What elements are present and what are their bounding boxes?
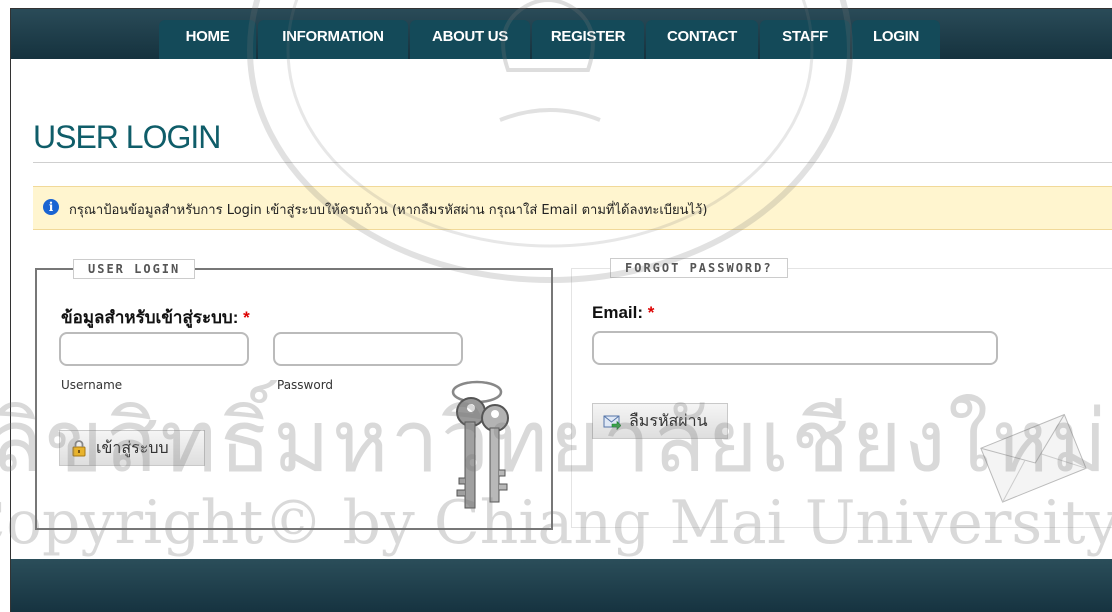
info-notice: i กรุณาป้อนข้อมูลสำหรับการ Login เข้าสู่…: [33, 186, 1112, 230]
username-input[interactable]: [59, 332, 249, 366]
info-icon: i: [43, 199, 59, 215]
login-field-label-text: ข้อมูลสำหรับเข้าสู่ระบบ:: [61, 308, 239, 327]
login-submit-button[interactable]: เข้าสู่ระบบ: [59, 430, 205, 466]
email-label-text: Email:: [592, 303, 644, 322]
forgot-password-button[interactable]: ลืมรหัสผ่าน: [592, 403, 728, 439]
title-divider: [33, 162, 1112, 163]
nav-login[interactable]: LOGIN: [852, 20, 940, 59]
envelope-icon: [980, 413, 1087, 503]
top-navigation-bar: HOME INFORMATION ABOUT US REGISTER CONTA…: [11, 9, 1112, 59]
main-nav: HOME INFORMATION ABOUT US REGISTER CONTA…: [159, 20, 940, 59]
mail-arrow-icon: [603, 415, 621, 430]
footer-bar: [11, 559, 1112, 612]
nav-home[interactable]: HOME: [159, 20, 256, 59]
email-label: Email: *: [592, 303, 654, 323]
user-login-legend: USER LOGIN: [73, 259, 196, 279]
password-caption: Password: [277, 378, 334, 392]
login-submit-label: เข้าสู่ระบบ: [96, 437, 169, 457]
page-frame: HOME INFORMATION ABOUT US REGISTER CONTA…: [10, 8, 1112, 612]
required-mark: *: [243, 308, 250, 327]
username-caption: Username: [61, 378, 123, 392]
email-input[interactable]: [592, 331, 998, 365]
notice-text: กรุณาป้อนข้อมูลสำหรับการ Login เข้าสู่ระ…: [69, 203, 708, 218]
nav-information[interactable]: INFORMATION: [258, 20, 408, 59]
user-login-box: USER LOGIN ข้อมูลสำหรับเข้าสู่ระบบ: * Us…: [35, 259, 553, 530]
keys-icon: [451, 380, 509, 509]
required-mark: *: [647, 303, 655, 322]
login-field-label: ข้อมูลสำหรับเข้าสู่ระบบ: *: [61, 304, 250, 331]
forgot-password-box: FORGOT PASSWORD? Email: * ลืมรหัสผ่าน: [571, 258, 1112, 528]
nav-about-us[interactable]: ABOUT US: [410, 20, 530, 59]
password-input[interactable]: [273, 332, 463, 366]
lock-icon: [72, 440, 86, 457]
nav-register[interactable]: REGISTER: [532, 20, 644, 59]
forgot-password-legend: FORGOT PASSWORD?: [610, 258, 788, 278]
forgot-password-label: ลืมรหัสผ่าน: [629, 410, 708, 430]
page-title: USER LOGIN: [33, 119, 221, 155]
nav-contact[interactable]: CONTACT: [646, 20, 758, 59]
nav-staff[interactable]: STAFF: [760, 20, 850, 59]
